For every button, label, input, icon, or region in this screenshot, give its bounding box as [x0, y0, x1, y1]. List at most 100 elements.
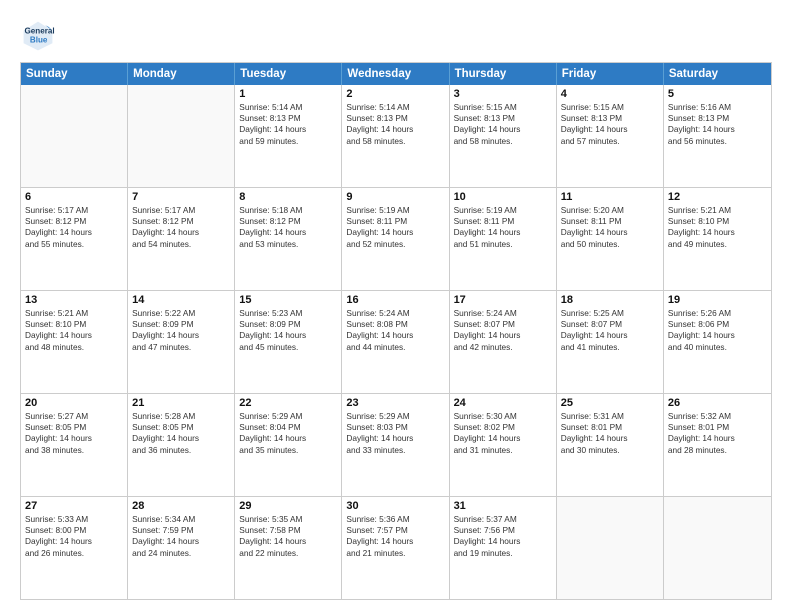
- day-number: 1: [239, 88, 337, 100]
- cell-info-line: and 49 minutes.: [668, 239, 767, 250]
- cell-info-line: Sunset: 8:05 PM: [132, 422, 230, 433]
- calendar-week: 13Sunrise: 5:21 AMSunset: 8:10 PMDayligh…: [21, 291, 771, 394]
- cell-info-line: Sunset: 8:11 PM: [561, 216, 659, 227]
- cell-info-line: Sunrise: 5:29 AM: [239, 411, 337, 422]
- calendar-week: 27Sunrise: 5:33 AMSunset: 8:00 PMDayligh…: [21, 497, 771, 599]
- calendar-cell: 4 Sunrise: 5:15 AMSunset: 8:13 PMDaylight…: [557, 85, 664, 187]
- cell-info-line: Daylight: 14 hours: [561, 330, 659, 341]
- cell-info-line: and 40 minutes.: [668, 342, 767, 353]
- cell-info-line: Daylight: 14 hours: [346, 124, 444, 135]
- cell-info-line: and 44 minutes.: [346, 342, 444, 353]
- cell-info-line: Sunset: 8:11 PM: [454, 216, 552, 227]
- day-number: 24: [454, 397, 552, 409]
- cell-info-line: Daylight: 14 hours: [454, 433, 552, 444]
- cell-info-line: and 33 minutes.: [346, 445, 444, 456]
- cell-info-line: Sunset: 8:13 PM: [454, 113, 552, 124]
- calendar-cell: 15Sunrise: 5:23 AMSunset: 8:09 PMDayligh…: [235, 291, 342, 393]
- calendar-cell: 8Sunrise: 5:18 AMSunset: 8:12 PMDaylight…: [235, 188, 342, 290]
- day-number: 7: [132, 191, 230, 203]
- weekday-header: Friday: [557, 63, 664, 85]
- cell-info-line: and 54 minutes.: [132, 239, 230, 250]
- calendar-cell: 24Sunrise: 5:30 AMSunset: 8:02 PMDayligh…: [450, 394, 557, 496]
- day-number: 10: [454, 191, 552, 203]
- day-number: 29: [239, 500, 337, 512]
- calendar-cell: 31Sunrise: 5:37 AMSunset: 7:56 PMDayligh…: [450, 497, 557, 599]
- cell-info-line: Sunrise: 5:14 AM: [239, 102, 337, 113]
- cell-info-line: Daylight: 14 hours: [239, 433, 337, 444]
- cell-info-line: and 58 minutes.: [454, 136, 552, 147]
- day-number: 25: [561, 397, 659, 409]
- weekday-header: Tuesday: [235, 63, 342, 85]
- weekday-header: Wednesday: [342, 63, 449, 85]
- cell-info-line: Daylight: 14 hours: [346, 536, 444, 547]
- cell-info-line: Daylight: 14 hours: [239, 227, 337, 238]
- cell-info-line: Sunrise: 5:35 AM: [239, 514, 337, 525]
- day-number: 27: [25, 500, 123, 512]
- cell-info-line: Sunset: 8:06 PM: [668, 319, 767, 330]
- day-number: 17: [454, 294, 552, 306]
- day-number: 6: [25, 191, 123, 203]
- day-number: 3: [454, 88, 552, 100]
- calendar-week: 6Sunrise: 5:17 AMSunset: 8:12 PMDaylight…: [21, 188, 771, 291]
- day-number: 15: [239, 294, 337, 306]
- cell-info-line: Sunrise: 5:17 AM: [25, 205, 123, 216]
- day-number: 14: [132, 294, 230, 306]
- calendar-cell: 9Sunrise: 5:19 AMSunset: 8:11 PMDaylight…: [342, 188, 449, 290]
- calendar-cell: 11Sunrise: 5:20 AMSunset: 8:11 PMDayligh…: [557, 188, 664, 290]
- cell-info-line: Daylight: 14 hours: [561, 124, 659, 135]
- cell-info-line: Daylight: 14 hours: [132, 227, 230, 238]
- cell-info-line: Sunset: 8:10 PM: [25, 319, 123, 330]
- cell-info-line: and 42 minutes.: [454, 342, 552, 353]
- cell-info-line: Sunset: 8:11 PM: [346, 216, 444, 227]
- cell-info-line: Sunset: 8:03 PM: [346, 422, 444, 433]
- cell-info-line: Daylight: 14 hours: [132, 433, 230, 444]
- cell-info-line: and 30 minutes.: [561, 445, 659, 456]
- cell-info-line: Sunrise: 5:32 AM: [668, 411, 767, 422]
- svg-text:General: General: [25, 26, 55, 35]
- calendar-cell: 14Sunrise: 5:22 AMSunset: 8:09 PMDayligh…: [128, 291, 235, 393]
- cell-info-line: Daylight: 14 hours: [346, 330, 444, 341]
- calendar-cell: 22Sunrise: 5:29 AMSunset: 8:04 PMDayligh…: [235, 394, 342, 496]
- cell-info-line: Daylight: 14 hours: [668, 433, 767, 444]
- cell-info-line: Sunset: 8:04 PM: [239, 422, 337, 433]
- cell-info-line: Sunrise: 5:26 AM: [668, 308, 767, 319]
- svg-text:Blue: Blue: [30, 35, 48, 44]
- calendar-body: 1Sunrise: 5:14 AMSunset: 8:13 PMDaylight…: [21, 85, 771, 599]
- cell-info-line: and 26 minutes.: [25, 548, 123, 559]
- calendar-cell: 25Sunrise: 5:31 AMSunset: 8:01 PMDayligh…: [557, 394, 664, 496]
- cell-info-line: Daylight: 14 hours: [25, 433, 123, 444]
- cell-info-line: and 48 minutes.: [25, 342, 123, 353]
- cell-info-line: Sunrise: 5:37 AM: [454, 514, 552, 525]
- cell-info-line: Sunrise: 5:15 AM: [561, 102, 659, 113]
- calendar-cell: 23Sunrise: 5:29 AMSunset: 8:03 PMDayligh…: [342, 394, 449, 496]
- logo: General Blue: [20, 18, 60, 54]
- cell-info-line: Sunset: 8:13 PM: [561, 113, 659, 124]
- weekday-header: Thursday: [450, 63, 557, 85]
- calendar-cell: 1Sunrise: 5:14 AMSunset: 8:13 PMDaylight…: [235, 85, 342, 187]
- cell-info-line: Daylight: 14 hours: [25, 330, 123, 341]
- day-number: 16: [346, 294, 444, 306]
- cell-info-line: and 45 minutes.: [239, 342, 337, 353]
- cell-info-line: Sunset: 7:58 PM: [239, 525, 337, 536]
- cell-info-line: Sunrise: 5:17 AM: [132, 205, 230, 216]
- cell-info-line: Sunset: 8:01 PM: [668, 422, 767, 433]
- cell-info-line: Sunset: 7:59 PM: [132, 525, 230, 536]
- cell-info-line: and 28 minutes.: [668, 445, 767, 456]
- day-number: 4: [561, 88, 659, 100]
- calendar-cell: 27Sunrise: 5:33 AMSunset: 8:00 PMDayligh…: [21, 497, 128, 599]
- cell-info-line: Sunset: 8:09 PM: [239, 319, 337, 330]
- day-number: 31: [454, 500, 552, 512]
- cell-info-line: Sunrise: 5:24 AM: [346, 308, 444, 319]
- cell-info-line: and 38 minutes.: [25, 445, 123, 456]
- cell-info-line: and 47 minutes.: [132, 342, 230, 353]
- cell-info-line: Daylight: 14 hours: [25, 536, 123, 547]
- cell-info-line: Sunset: 8:13 PM: [346, 113, 444, 124]
- cell-info-line: and 53 minutes.: [239, 239, 337, 250]
- calendar-cell: 7Sunrise: 5:17 AMSunset: 8:12 PMDaylight…: [128, 188, 235, 290]
- cell-info-line: Sunset: 8:01 PM: [561, 422, 659, 433]
- calendar-cell: 6Sunrise: 5:17 AMSunset: 8:12 PMDaylight…: [21, 188, 128, 290]
- cell-info-line: Sunrise: 5:19 AM: [454, 205, 552, 216]
- day-number: 30: [346, 500, 444, 512]
- calendar-cell: [664, 497, 771, 599]
- cell-info-line: and 35 minutes.: [239, 445, 337, 456]
